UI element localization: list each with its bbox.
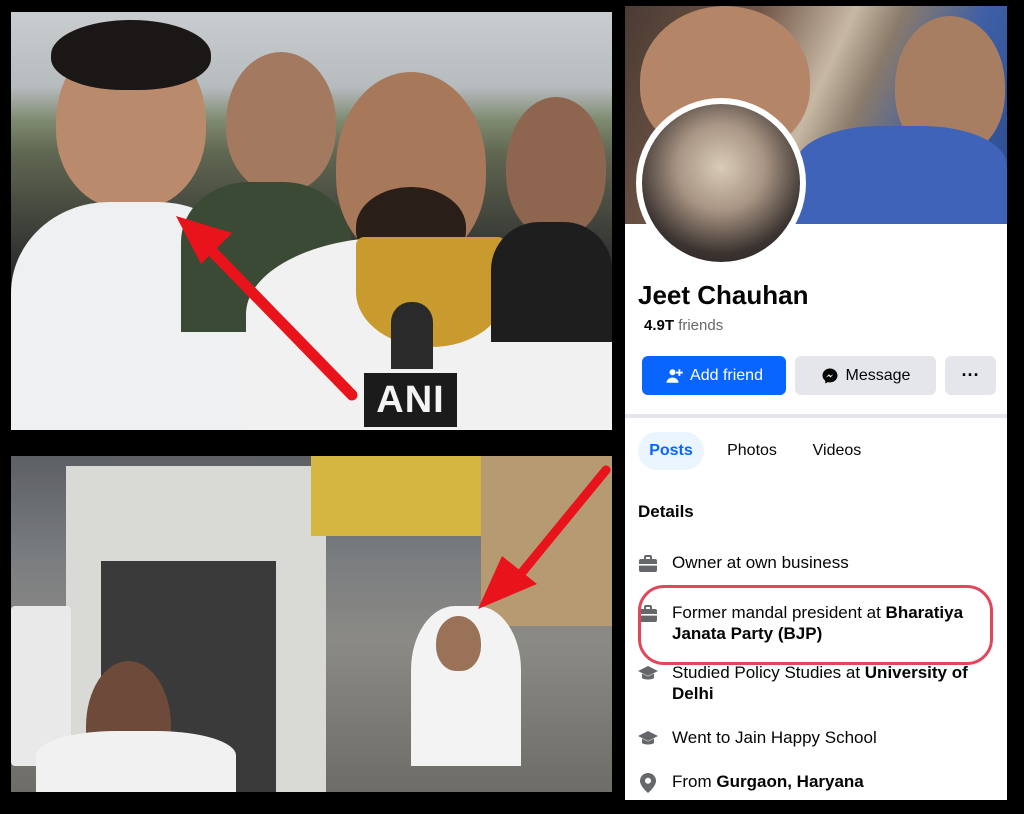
graduation-cap-icon xyxy=(637,663,659,685)
tab-posts[interactable]: Posts xyxy=(638,432,704,470)
messenger-icon xyxy=(822,368,838,383)
street-scene-photo xyxy=(11,456,612,792)
details-heading: Details xyxy=(638,502,694,521)
add-person-icon xyxy=(666,368,683,383)
section-divider xyxy=(625,414,1007,418)
woman-foreground-shirt xyxy=(36,731,236,792)
cover-blue-shirt xyxy=(795,126,1007,224)
person-left-hair xyxy=(51,20,211,90)
red-highlight-oval xyxy=(638,585,993,665)
add-friend-label: Add friend xyxy=(690,366,763,384)
news-interview-photo: ANI xyxy=(11,12,612,430)
detail-item-hometown: From Gurgaon, Haryana xyxy=(637,771,999,794)
detail-text: Went to Jain Happy School xyxy=(672,728,877,747)
tab-photos[interactable]: Photos xyxy=(718,432,786,470)
person-right-shirt xyxy=(491,222,612,342)
location-pin-icon xyxy=(637,772,659,794)
message-button[interactable]: Message xyxy=(795,356,936,395)
person-middle-head xyxy=(226,52,336,192)
message-label: Message xyxy=(845,366,911,384)
detail-text: Owner at own business xyxy=(672,553,849,572)
building-right xyxy=(481,456,612,626)
more-dots-icon: ··· xyxy=(961,365,980,385)
detail-item-work: Owner at own business xyxy=(637,552,999,575)
facebook-profile-panel: Jeet Chauhan 4.9T friends Add friend Mes… xyxy=(625,6,1007,800)
man-white-shirt-head xyxy=(436,616,481,671)
add-friend-button[interactable]: Add friend xyxy=(642,356,786,395)
graduation-cap-icon xyxy=(637,728,659,750)
detail-item-university: Studied Policy Studies at University of … xyxy=(637,662,999,704)
ani-mic-flag: ANI xyxy=(360,369,461,430)
detail-text: Studied Policy Studies at xyxy=(672,663,865,682)
avatar-image xyxy=(642,104,800,262)
profile-avatar[interactable] xyxy=(636,98,806,268)
friends-count: 4.9T xyxy=(644,317,675,334)
detail-bold-link[interactable]: Gurgaon, Haryana xyxy=(716,772,863,791)
more-options-button[interactable]: ··· xyxy=(945,356,996,395)
friends-line[interactable]: 4.9T friends xyxy=(644,317,723,334)
detail-text: From xyxy=(672,772,717,791)
briefcase-icon xyxy=(637,553,659,575)
friends-label: friends xyxy=(678,317,724,334)
microphone-icon xyxy=(391,302,433,374)
tab-videos[interactable]: Videos xyxy=(802,432,872,470)
detail-item-school: Went to Jain Happy School xyxy=(637,727,999,750)
profile-name: Jeet Chauhan xyxy=(638,280,809,310)
person-right-head xyxy=(506,97,606,237)
